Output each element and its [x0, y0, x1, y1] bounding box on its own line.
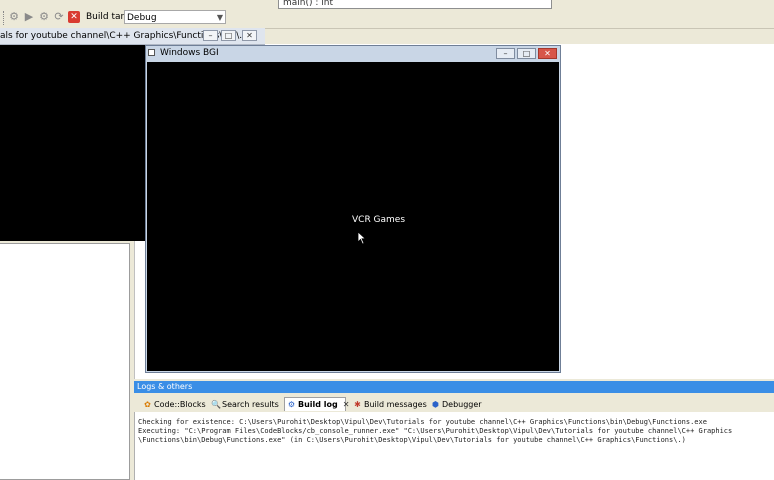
- tab-codeblocks[interactable]: ✿ Code::Blocks: [140, 397, 206, 411]
- maximize-icon[interactable]: □: [221, 30, 236, 41]
- run-icon[interactable]: ▶: [23, 11, 35, 23]
- management-panel[interactable]: [0, 243, 130, 480]
- tab-debugger[interactable]: ⬢ Debugger: [428, 397, 482, 411]
- bgi-window-title: Windows BGI: [160, 48, 219, 58]
- tab-close-icon[interactable]: ✕: [343, 398, 350, 412]
- build-messages-icon: ✱: [354, 400, 361, 409]
- bgi-close-icon[interactable]: ✕: [538, 48, 557, 59]
- rebuild-icon[interactable]: ⟳: [53, 11, 65, 23]
- console-window-body: [0, 45, 146, 241]
- build-log-icon: ⚙: [287, 400, 296, 409]
- search-icon: 🔍: [211, 400, 221, 409]
- minimize-icon[interactable]: –: [203, 30, 218, 41]
- build-target-select[interactable]: Debug ▼: [124, 10, 226, 24]
- canvas-text: VCR Games: [352, 215, 406, 225]
- build-target-value: Debug: [127, 13, 157, 23]
- logs-panel-title: Logs & others: [137, 382, 193, 391]
- toolbar-grip[interactable]: [3, 11, 7, 25]
- log-line: Executing: "C:\Program Files\CodeBlocks/…: [138, 427, 733, 435]
- bgi-maximize-icon[interactable]: □: [517, 48, 536, 59]
- tab-search-results[interactable]: 🔍Search results: [208, 397, 280, 411]
- function-combo[interactable]: main() : int: [278, 0, 552, 9]
- window-icon: [148, 49, 155, 56]
- mouse-cursor-icon: [357, 231, 367, 245]
- close-icon[interactable]: ✕: [242, 30, 257, 41]
- log-line: Checking for existence: C:\Users\Purohit…: [138, 418, 707, 426]
- gear-icon[interactable]: ⚙: [8, 11, 20, 23]
- debugger-icon: ⬢: [432, 400, 439, 409]
- bgi-minimize-icon[interactable]: –: [496, 48, 515, 59]
- tab-build-messages[interactable]: ✱ Build messages: [350, 397, 427, 411]
- stop-icon[interactable]: ✕: [68, 11, 80, 23]
- logs-panel-header: Logs & others: [134, 381, 774, 393]
- log-line: \Functions\bin\Debug\Functions.exe" (in …: [138, 436, 686, 444]
- codeblocks-icon: ✿: [144, 400, 151, 409]
- build-run-icon[interactable]: ⚙: [38, 11, 50, 23]
- chevron-down-icon: ▼: [216, 13, 223, 22]
- tab-build-log[interactable]: ⚙ Build log ✕: [284, 397, 349, 411]
